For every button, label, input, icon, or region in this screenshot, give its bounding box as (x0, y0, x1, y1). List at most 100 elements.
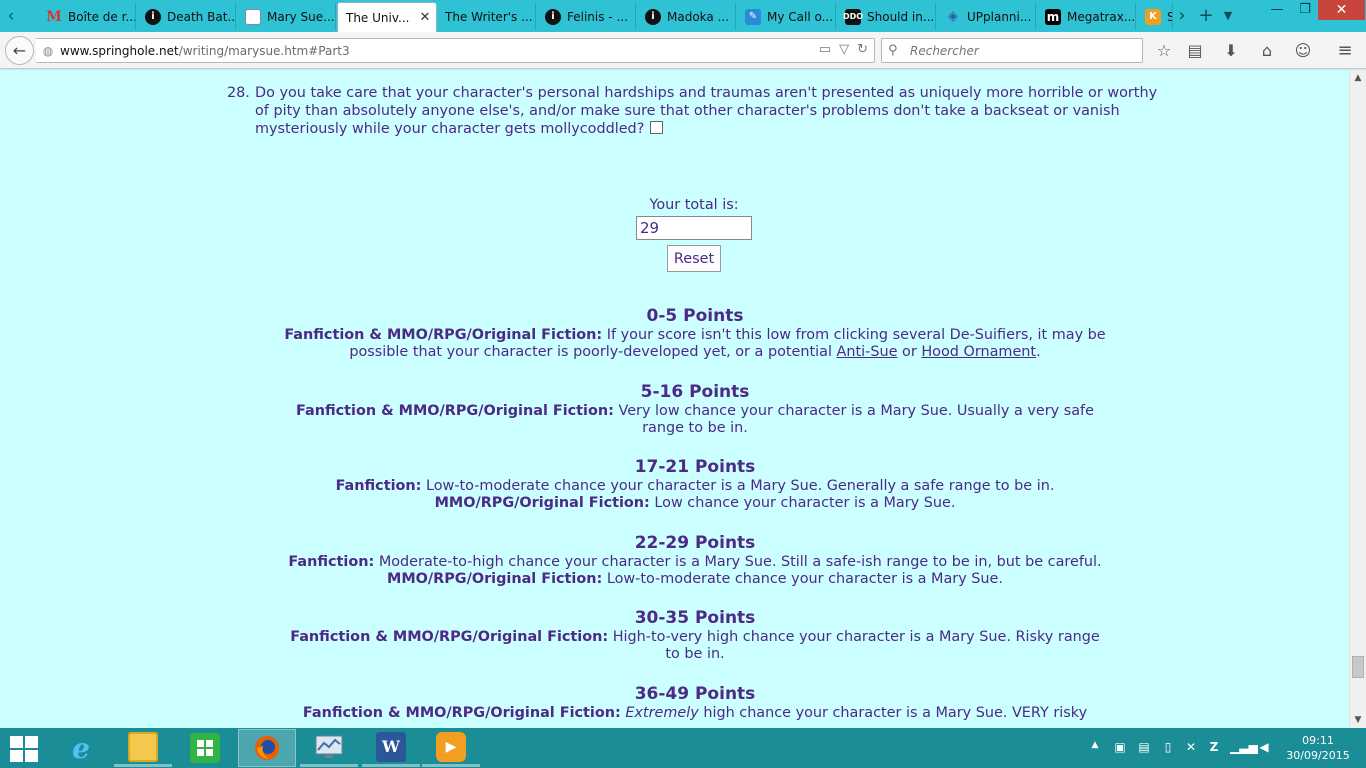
tab-8[interactable]: DDO Should in... (837, 3, 936, 30)
message-icon: ✎ (745, 8, 761, 25)
minimize-icon[interactable]: — (1262, 0, 1292, 20)
range-text: Low-to-moderate chance your character is… (425, 478, 1055, 494)
hood-ornament-link[interactable]: Hood Ornament (921, 344, 1036, 360)
url-path: /writing/marysue.htm#Part3 (178, 43, 350, 58)
range-heading: 36-49 Points (634, 684, 756, 704)
scroll-up-icon[interactable]: ▲ (1350, 70, 1366, 86)
hamburger-menu-icon[interactable]: ≡ (1334, 40, 1356, 62)
download-icon[interactable]: ⬇ (1220, 40, 1242, 62)
range-label: Fanfiction & MMO/RPG/Original Fiction: (296, 403, 614, 419)
taskbar-app-firefox[interactable] (238, 729, 296, 767)
question-checkbox[interactable] (650, 121, 664, 134)
tab-5[interactable]: i Felinis - ... (537, 3, 636, 30)
home-icon[interactable]: ⌂ (1256, 40, 1278, 62)
reading-list-icon[interactable]: ▤ (1184, 40, 1206, 62)
close-tab-icon[interactable]: ✕ (419, 10, 430, 25)
internet-explorer-icon: e (72, 731, 90, 765)
range-description: Fanfiction: Moderate-to-high chance your… (280, 554, 1110, 571)
range-text: Very low chance your character is a Mary… (618, 403, 1094, 436)
total-score-field[interactable] (636, 216, 752, 240)
range-36-49: 36-49 Points Fanfiction & MMO/RPG/Origin… (280, 683, 1110, 722)
tray-screen-icon[interactable]: ▤ (1136, 740, 1152, 756)
range-heading: 0-5 Points (646, 306, 744, 326)
system-clock[interactable]: 09:11 30/09/2015 (1280, 733, 1356, 763)
range-text: Low chance your character is a Mary Sue. (654, 495, 956, 511)
taskbar-app-monitor[interactable] (300, 729, 358, 767)
ddo-icon: DDO (843, 8, 863, 25)
arrow-left-icon: ← (12, 41, 27, 60)
show-hidden-icons-icon[interactable]: ▲ (1088, 740, 1102, 756)
range-label: Fanfiction & MMO/RPG/Original Fiction: (290, 629, 609, 645)
tab-title: S (1167, 10, 1172, 24)
range-text: or (902, 344, 917, 360)
window-close-icon[interactable]: ✕ (1318, 0, 1365, 20)
vertical-scrollbar[interactable]: ▲ ▼ (1349, 70, 1366, 728)
range-label: MMO/RPG/Original Fiction: (387, 571, 603, 587)
tray-window-icon[interactable]: ▣ (1112, 740, 1128, 756)
new-tab-icon[interactable]: + (1194, 4, 1218, 28)
media-player-icon: ▶ (436, 731, 466, 762)
tab-title: Mary Sue... (267, 9, 335, 24)
k-icon: K (1145, 8, 1161, 25)
windows-start-icon[interactable] (10, 736, 38, 762)
search-bar[interactable]: ⚲ (881, 38, 1143, 63)
store-icon (190, 733, 220, 763)
tab-scroll-left-icon[interactable]: ‹ (2, 4, 20, 28)
tray-battery-icon[interactable]: ▯ (1160, 740, 1176, 756)
total-label: Your total is: (649, 197, 739, 213)
range-label: Fanfiction: (335, 478, 422, 494)
hello-chat-icon[interactable]: ☺ (1292, 40, 1314, 62)
history-dropdown-icon[interactable]: ▽ (839, 42, 849, 57)
range-text: Low-to-moderate chance your character is… (606, 571, 1003, 587)
taskbar-app-word[interactable]: W (362, 729, 420, 767)
info-circle-icon: i (645, 8, 661, 25)
tab-scroll-right-icon[interactable]: › (1174, 4, 1190, 28)
tab-1[interactable]: i Death Bat... (137, 3, 236, 30)
scroll-down-icon[interactable]: ▼ (1350, 712, 1366, 728)
tray-z-icon[interactable]: Z (1206, 740, 1222, 756)
tab-11[interactable]: K S (1137, 3, 1173, 30)
tab-active[interactable]: The Univ... ✕ (337, 2, 437, 32)
tab-title: Death Bat... (167, 9, 236, 24)
tray-tools-icon[interactable]: ✕ (1182, 740, 1200, 756)
network-signal-icon[interactable]: ▁▃▅ (1230, 740, 1258, 756)
question-text: Do you take care that your character's p… (255, 85, 1158, 137)
taskbar-app-store[interactable] (176, 729, 234, 767)
search-input[interactable] (910, 43, 1130, 58)
tab-title: Should in... (867, 9, 935, 24)
question-number: 28. (227, 85, 250, 101)
bookmark-star-icon[interactable]: ☆ (1153, 40, 1175, 62)
tab-10[interactable]: m Megatrax... (1037, 3, 1136, 30)
tab-7[interactable]: ✎ My Call o... (737, 3, 836, 30)
tab-0[interactable]: M Boîte de r... (38, 3, 136, 30)
tab-9[interactable]: ◈ UPplanni... (937, 3, 1036, 30)
url-text[interactable]: www.springhole.net/writing/marysue.htm#P… (60, 44, 350, 58)
range-22-29: 22-29 Points Fanfiction: Moderate-to-hig… (280, 532, 1110, 588)
tab-2[interactable]: Mary Sue... (237, 3, 336, 30)
anti-sue-link[interactable]: Anti-Sue (837, 344, 898, 360)
tab-title: Megatrax... (1067, 9, 1136, 24)
taskbar-app-internet-explorer[interactable]: e (52, 729, 110, 767)
range-text: high chance your character is a Mary Sue… (703, 705, 1088, 721)
back-button[interactable]: ← (5, 36, 34, 65)
tab-list-chevron-down-icon[interactable]: ▼ (1220, 4, 1236, 28)
address-bar[interactable]: ◍ www.springhole.net/writing/marysue.htm… (36, 38, 875, 63)
page-icon (245, 8, 261, 25)
tab-4[interactable]: The Writer's ... (437, 3, 536, 30)
range-text: High-to-very high chance your character … (612, 629, 1100, 662)
scrollbar-thumb[interactable] (1352, 656, 1364, 678)
range-heading: 5-16 Points (640, 382, 750, 402)
up-icon: ◈ (948, 9, 958, 24)
reset-button[interactable]: Reset (667, 245, 721, 272)
range-heading: 30-35 Points (634, 608, 756, 628)
reader-view-icon[interactable]: ▭ (819, 42, 831, 57)
restore-icon[interactable]: ❐ (1290, 0, 1320, 20)
range-0-5: 0-5 Points Fanfiction & MMO/RPG/Original… (280, 305, 1110, 361)
volume-icon[interactable]: ◀ (1256, 740, 1272, 756)
taskbar-app-file-explorer[interactable] (114, 729, 172, 767)
taskbar-app-media-player[interactable]: ▶ (422, 729, 480, 767)
range-30-35: 30-35 Points Fanfiction & MMO/RPG/Origin… (280, 607, 1110, 663)
reload-icon[interactable]: ↻ (857, 42, 868, 57)
tab-6[interactable]: i Madoka ... (637, 3, 736, 30)
range-text: Moderate-to-high chance your character i… (378, 554, 1102, 570)
